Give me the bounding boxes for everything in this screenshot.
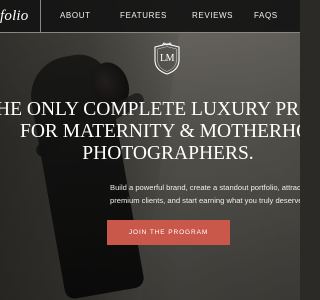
hero-subtext: Build a powerful brand, create a standou… <box>110 181 300 207</box>
hero-headline-line-2: FOR MATERNITY & MOTHERHOO <box>20 121 300 142</box>
join-program-button[interactable]: JOIN THE PROGRAM <box>107 220 230 245</box>
top-navigation: folio ABOUT FEATURES REVIEWS FAQS <box>0 0 300 33</box>
hero-subtext-line-1: Build a powerful brand, create a standou… <box>110 183 300 192</box>
crest-logo: LM <box>152 42 182 76</box>
nav-link-about[interactable]: ABOUT <box>60 11 91 20</box>
crest-monogram: LM <box>160 53 175 64</box>
hero-headline-line-1: HE ONLY COMPLETE LUXURY PROG <box>0 99 300 120</box>
nav-link-features[interactable]: FEATURES <box>120 11 167 20</box>
nav-divider <box>40 0 41 33</box>
hero-headline-line-3: PHOTOGRAPHERS. <box>82 143 254 164</box>
nav-link-faqs[interactable]: FAQS <box>254 11 278 20</box>
hero-subtext-line-2: premium clients, and start earning what … <box>110 196 300 205</box>
nav-link-reviews[interactable]: REVIEWS <box>192 11 233 20</box>
hero-headline: HE ONLY COMPLETE LUXURY PROG FOR MATERNI… <box>0 99 300 165</box>
landing-page: folio ABOUT FEATURES REVIEWS FAQS LM HE … <box>0 0 300 300</box>
brand-logo-text[interactable]: folio <box>0 8 29 25</box>
